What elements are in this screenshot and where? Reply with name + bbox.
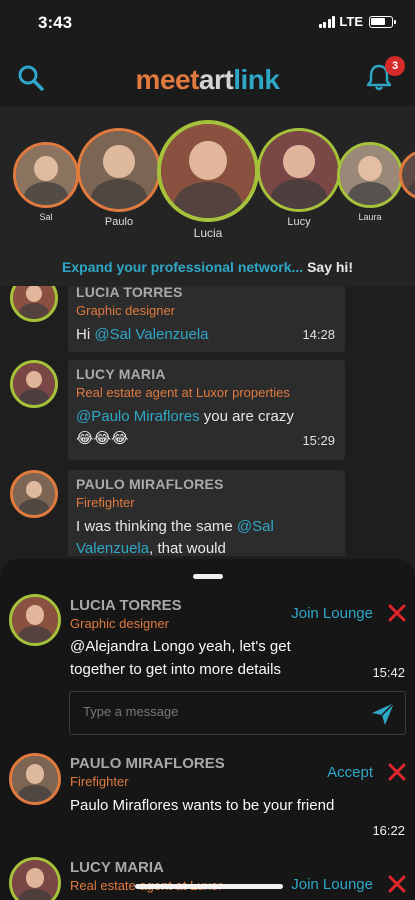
message-input[interactable] (83, 704, 353, 719)
message-role: Firefighter (76, 495, 135, 510)
close-icon[interactable] (388, 604, 406, 622)
chat-message[interactable]: PAULO MIRAFLORES Firefighter I was think… (68, 470, 345, 556)
home-indicator[interactable] (135, 884, 283, 889)
message-author: LUCIA TORRES (76, 286, 183, 300)
avatar[interactable] (9, 753, 61, 805)
story-laura[interactable]: Laura (337, 142, 403, 222)
message-text: I was thinking the same @Sal Valenzuela,… (76, 518, 274, 556)
card-role: Firefighter (70, 774, 129, 789)
join-lounge-button[interactable]: Join Lounge (291, 876, 373, 893)
stories-bar: Sal Paulo Lucia Lucy Laura Me Expand you… (0, 106, 415, 286)
status-bar: 3:43 LTE (0, 0, 415, 46)
avatar[interactable] (10, 286, 58, 322)
story-paulo[interactable]: Paulo (77, 128, 161, 228)
message-text: Hi @Sal Valenzuela (76, 326, 209, 343)
card-time: 15:42 (372, 665, 405, 680)
avatar[interactable] (10, 360, 58, 408)
signal-icon (318, 15, 336, 28)
avatar (157, 120, 259, 222)
app-logo: meetartlink (0, 64, 415, 96)
message-author: PAULO MIRAFLORES (76, 476, 224, 492)
close-icon[interactable] (388, 763, 406, 781)
story-lucy[interactable]: Lucy (257, 128, 341, 228)
card-text: @Alejandra Longo yeah, let's get togethe… (70, 638, 291, 678)
close-icon[interactable] (388, 875, 406, 893)
card-text: Paulo Miraflores wants to be your friend (70, 797, 335, 814)
avatar (337, 142, 403, 208)
status-time: 3:43 (38, 13, 73, 32)
story-name: Lucia (193, 226, 223, 240)
story-name: Sal (39, 212, 53, 222)
chat-message[interactable]: LUCY MARIA Real estate agent at Luxor pr… (68, 360, 345, 460)
story-name: Laura (358, 212, 382, 222)
message-time: 14:28 (302, 327, 335, 342)
logo-part-art: art (198, 64, 234, 95)
network-label: LTE (339, 14, 363, 29)
message-composer[interactable] (69, 691, 406, 735)
avatar (257, 128, 341, 212)
sheet-grabber[interactable] (193, 574, 223, 579)
message-role: Real estate agent at Luxor properties (76, 385, 290, 400)
logo-part-meet: meet (135, 64, 200, 95)
notification-badge: 3 (385, 56, 405, 76)
avatar[interactable] (10, 470, 58, 518)
card-author: PAULO MIRAFLORES (70, 755, 225, 772)
avatar[interactable] (9, 594, 61, 646)
notifications-sheet[interactable]: LUCIA TORRES Graphic designer Join Loung… (0, 559, 415, 900)
card-author: LUCY MARIA (70, 859, 164, 876)
chat-message[interactable]: LUCIA TORRES Graphic designer Hi @Sal Va… (68, 286, 345, 352)
message-author: LUCY MARIA (76, 366, 166, 382)
avatar[interactable] (9, 857, 61, 900)
avatar (77, 128, 161, 212)
story-sal[interactable]: Sal (13, 142, 79, 222)
avatar (13, 142, 79, 208)
battery-icon (369, 15, 396, 28)
card-time: 16:22 (372, 823, 405, 838)
avatar (399, 150, 415, 200)
network-tagline: Expand your professional network... Say … (0, 259, 415, 275)
story-me[interactable]: Me (399, 150, 415, 213)
story-name: Lucy (287, 216, 311, 228)
mention-link[interactable]: @Paulo Miraflores (76, 408, 200, 425)
tagline-hi: Say hi! (307, 259, 353, 275)
send-icon[interactable] (370, 701, 396, 727)
status-indicators: LTE (318, 14, 396, 29)
card-role: Graphic designer (70, 616, 169, 631)
mention-link[interactable]: @Sal Valenzuela (94, 326, 208, 343)
message-text: @Paulo Miraflores you are crazy 😂😂😂 (76, 408, 294, 447)
story-lucia[interactable]: Lucia (157, 120, 259, 240)
accept-button[interactable]: Accept (327, 764, 373, 781)
story-name: Paulo (104, 216, 134, 228)
join-lounge-button[interactable]: Join Lounge (291, 605, 373, 622)
message-time: 15:29 (302, 433, 335, 448)
logo-part-link: link (233, 64, 280, 95)
app-header: meetartlink 3 (0, 46, 415, 106)
chat-feed[interactable]: LUCIA TORRES Graphic designer Hi @Sal Va… (0, 286, 415, 556)
tagline-text: Expand your professional network... (62, 259, 304, 275)
story-name: Me (399, 204, 415, 213)
message-role: Graphic designer (76, 303, 175, 318)
card-author: LUCIA TORRES (70, 597, 182, 614)
